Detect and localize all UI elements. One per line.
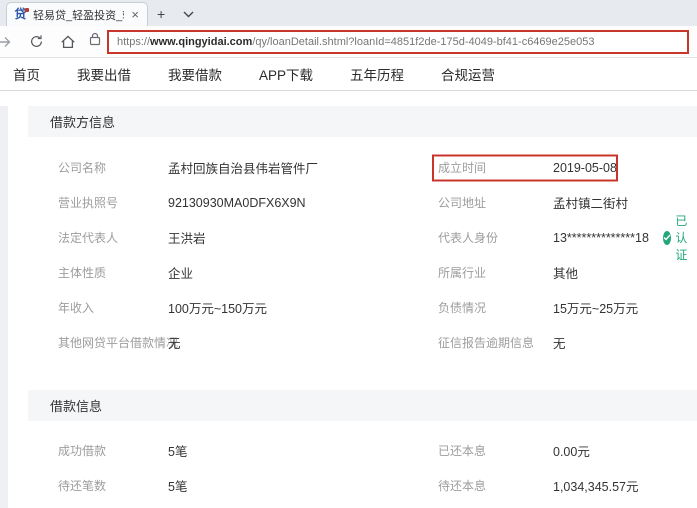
field-label: 负债情况: [438, 301, 487, 315]
rep-id-value: 13**************18: [553, 230, 649, 245]
loan-fields: 成功借款 5笔 已还本息 0.00元 待还笔数 5笔 待还本息 1,034,34…: [0, 433, 697, 503]
field-label: 待还笔数: [58, 479, 107, 493]
nav-item-compliance[interactable]: 合规运营: [441, 64, 495, 84]
url-field[interactable]: https://www.qingyidai.com/qy/loanDetail.…: [107, 29, 689, 54]
tab-close-icon[interactable]: ×: [129, 7, 141, 22]
field-label: 年收入: [58, 301, 95, 315]
license-number-value: 92130930MA0DFX6X9N: [168, 195, 306, 210]
field-row-legal-rep: 法定代表人 王洪岩 代表人身份 13**************18 已认证: [0, 214, 697, 262]
field-label: 其他网贷平台借款情况: [58, 336, 179, 350]
established-date-value: 2019-05-08: [553, 160, 617, 175]
field-label: 所属行业: [438, 266, 487, 280]
other-platform-loans-value: 无: [168, 337, 181, 351]
tab-strip: 贷 轻易贷_轻盈投资_轻易投 × +: [0, 0, 697, 26]
field-row-income: 年收入 100万元~150万元 负债情况 15万元~25万元: [0, 290, 697, 325]
verified-badge-label: 已认证: [675, 214, 688, 262]
tab-title: 轻易贷_轻盈投资_轻易投: [33, 9, 124, 22]
tab-list-chevron-icon[interactable]: [174, 2, 203, 26]
field-label: 营业执照号: [58, 196, 119, 210]
field-label: 征信报告逾期信息: [438, 336, 535, 350]
browser-tab[interactable]: 贷 轻易贷_轻盈投资_轻易投 ×: [6, 2, 148, 26]
field-label: 已还本息: [438, 444, 487, 458]
refresh-icon[interactable]: [23, 29, 49, 55]
debt-status-value: 15万元~25万元: [553, 302, 639, 316]
nav-item-lend[interactable]: 我要出借: [77, 64, 131, 84]
field-label: 主体性质: [58, 266, 107, 280]
new-tab-button[interactable]: +: [148, 2, 174, 26]
loan-section-title: 借款信息: [28, 390, 697, 421]
lock-icon: [89, 32, 101, 51]
field-label: 代表人身份: [438, 231, 499, 245]
forward-icon[interactable]: [0, 29, 17, 55]
url-domain: www.qingyidai.com: [150, 35, 253, 48]
url-path: /qy/loanDetail.shtml?loanId=4851f2de-175…: [252, 35, 595, 48]
field-row-company-name: 公司名称 孟村回族自治县伟岩管件厂 成立时间 2019-05-08: [0, 150, 697, 185]
nav-item-history[interactable]: 五年历程: [350, 64, 404, 84]
field-label: 公司地址: [438, 196, 487, 210]
field-label: 待还本息: [438, 479, 487, 493]
address-bar[interactable]: https://www.qingyidai.com/qy/loanDetail.…: [87, 29, 689, 55]
site-nav: 首页 我要出借 我要借款 APP下载 五年历程 合规运营: [0, 58, 697, 91]
nav-item-app-download[interactable]: APP下载: [259, 64, 313, 84]
repaid-amount-value: 0.00元: [553, 445, 590, 459]
field-row-pending-loans: 待还笔数 5笔 待还本息 1,034,345.57元: [0, 468, 697, 503]
field-row-other-loans: 其他网贷平台借款情况 无 征信报告逾期信息 无: [0, 325, 697, 360]
field-label: 成功借款: [58, 444, 107, 458]
field-row-successful-loans: 成功借款 5笔 已还本息 0.00元: [0, 433, 697, 468]
pending-count-value: 5笔: [168, 480, 188, 494]
company-name-value: 孟村回族自治县伟岩管件厂: [168, 162, 319, 176]
nav-item-home[interactable]: 首页: [13, 64, 40, 84]
field-label: 法定代表人: [58, 231, 119, 245]
company-address-value: 孟村镇二街村: [553, 197, 629, 211]
annual-income-value: 100万元~150万元: [168, 302, 268, 316]
nav-item-borrow[interactable]: 我要借款: [168, 64, 222, 84]
url-scheme: https://: [117, 35, 151, 48]
browser-window: 贷 轻易贷_轻盈投资_轻易投 × + https://www.qingyidai…: [0, 0, 697, 508]
site-favicon-icon: 贷: [14, 7, 29, 21]
check-circle-icon: [662, 230, 672, 245]
borrower-fields: 公司名称 孟村回族自治县伟岩管件厂 成立时间 2019-05-08 营业执照号 …: [0, 150, 697, 360]
browser-toolbar: https://www.qingyidai.com/qy/loanDetail.…: [0, 26, 697, 58]
field-label: 公司名称: [58, 161, 107, 175]
verified-badge: 已认证: [662, 212, 697, 263]
successful-loans-value: 5笔: [168, 445, 188, 459]
field-label: 成立时间: [438, 161, 487, 175]
home-icon[interactable]: [55, 29, 81, 55]
pending-amount-value: 1,034,345.57元: [553, 480, 639, 494]
entity-type-value: 企业: [168, 267, 194, 281]
credit-overdue-value: 无: [553, 337, 566, 351]
legal-rep-value: 王洪岩: [168, 232, 206, 246]
loan-detail-content: 借款方信息 公司名称 孟村回族自治县伟岩管件厂 成立时间 2019-05-08 …: [0, 106, 697, 508]
page-left-gutter: [0, 106, 8, 508]
industry-value: 其他: [553, 267, 579, 281]
borrower-section-title: 借款方信息: [28, 106, 697, 137]
